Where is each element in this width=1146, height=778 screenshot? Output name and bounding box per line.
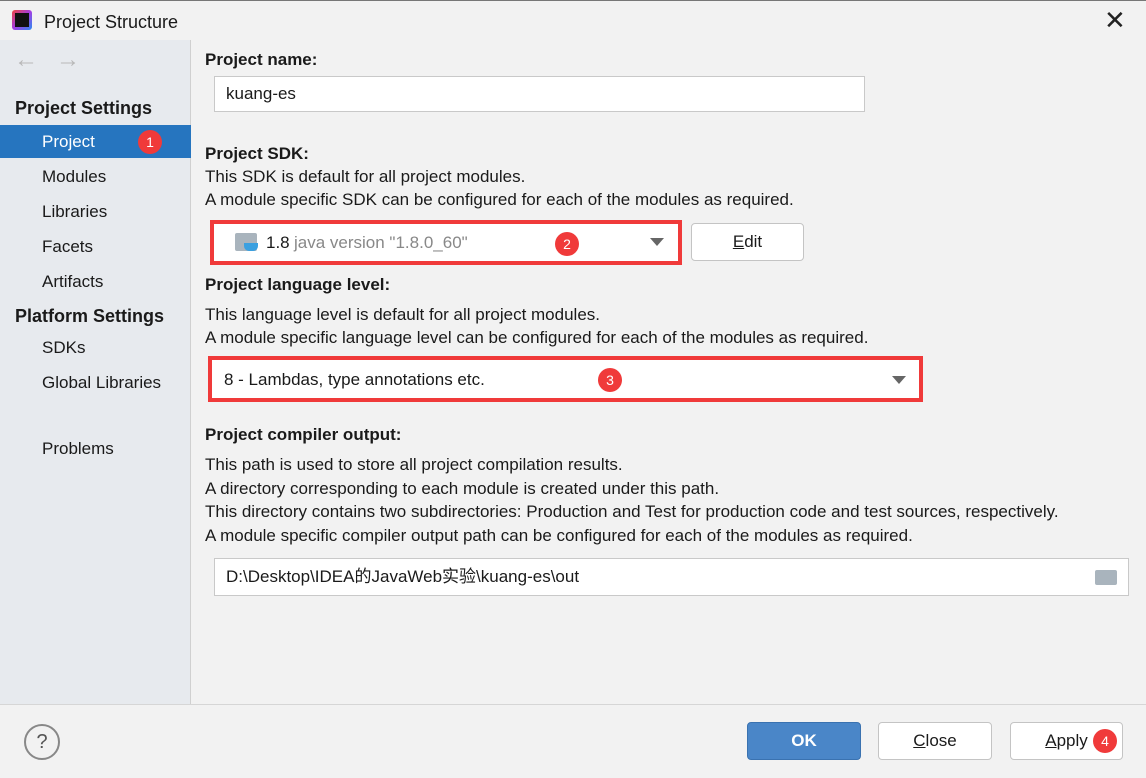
output-description-1: This path is used to store all project c… xyxy=(205,455,623,474)
sidebar-item-libraries[interactable]: Libraries xyxy=(0,195,191,228)
sdk-detail: java version "1.8.0_60" xyxy=(294,233,468,252)
apply-label: pply xyxy=(1056,731,1088,750)
output-description-4: A module specific compiler output path c… xyxy=(205,526,913,545)
help-button[interactable]: ? xyxy=(24,724,60,760)
annotation-badge-2: 2 xyxy=(555,232,579,256)
sidebar-item-modules[interactable]: Modules xyxy=(0,160,191,193)
apply-mnemonic: A xyxy=(1045,731,1057,750)
language-level-value: 8 - Lambdas, type annotations etc. xyxy=(224,370,485,389)
chevron-down-icon xyxy=(650,238,664,246)
annotation-badge-1: 1 xyxy=(138,130,162,154)
edit-label: dit xyxy=(744,232,763,251)
back-arrow-icon[interactable]: ← xyxy=(14,46,38,74)
project-sdk-label: Project SDK: xyxy=(205,144,309,163)
sidebar-item-global-libraries[interactable]: Global Libraries xyxy=(0,366,191,399)
sdk-version: 1.8 xyxy=(266,233,290,252)
sdk-description-2: A module specific SDK can be configured … xyxy=(205,190,794,209)
compiler-output-path: D:\Desktop\IDEA的JavaWeb实验\kuang-es\out xyxy=(226,567,580,586)
sidebar-item-artifacts[interactable]: Artifacts xyxy=(0,265,191,298)
forward-arrow-icon[interactable]: → xyxy=(56,46,80,74)
compiler-output-label: Project compiler output: xyxy=(205,425,402,444)
chevron-down-icon xyxy=(892,376,906,384)
project-name-label: Project name: xyxy=(205,50,318,69)
sidebar-item-facets[interactable]: Facets xyxy=(0,230,191,263)
sidebar-item-problems[interactable]: Problems xyxy=(0,432,191,465)
sidebar-item-sdks[interactable]: SDKs xyxy=(0,331,191,364)
window-title: Project Structure xyxy=(44,12,179,32)
close-button[interactable]: Close xyxy=(878,722,992,760)
language-description-1: This language level is default for all p… xyxy=(205,305,600,324)
sidebar-item-project[interactable]: Project xyxy=(0,125,191,158)
sidebar-item-label: Project xyxy=(42,132,95,151)
sdk-folder-icon xyxy=(235,233,258,251)
sidebar: ← → Project Settings Project 1 Modules L… xyxy=(0,40,191,704)
section-platform-settings: Platform Settings xyxy=(15,306,165,326)
annotation-badge-3: 3 xyxy=(598,368,622,392)
close-mnemonic: C xyxy=(913,731,926,750)
edit-mnemonic: E xyxy=(732,232,745,251)
output-description-3: This directory contains two subdirectori… xyxy=(205,502,1059,521)
edit-sdk-button[interactable]: Edit xyxy=(691,223,804,261)
language-description-2: A module specific language level can be … xyxy=(205,328,869,347)
sdk-dropdown[interactable]: 1.8 java version "1.8.0_60" xyxy=(214,224,678,261)
project-name-input[interactable]: kuang-es xyxy=(214,76,865,112)
ok-button[interactable]: OK xyxy=(747,722,861,760)
annotation-badge-4: 4 xyxy=(1093,729,1117,753)
output-description-2: A directory corresponding to each module… xyxy=(205,479,720,498)
sdk-description-1: This SDK is default for all project modu… xyxy=(205,167,526,186)
section-project-settings: Project Settings xyxy=(15,98,153,118)
browse-folder-icon[interactable] xyxy=(1095,570,1117,585)
close-label: lose xyxy=(925,731,957,750)
title-bar: Project Structure ✕ xyxy=(0,0,1146,40)
compiler-output-input[interactable]: D:\Desktop\IDEA的JavaWeb实验\kuang-es\out xyxy=(214,558,1129,596)
footer-divider xyxy=(0,704,1146,705)
language-level-dropdown[interactable]: 8 - Lambdas, type annotations etc. xyxy=(212,360,919,398)
intellij-logo-icon xyxy=(12,10,32,30)
close-window-icon[interactable]: ✕ xyxy=(1104,5,1126,36)
language-level-label: Project language level: xyxy=(205,275,391,294)
